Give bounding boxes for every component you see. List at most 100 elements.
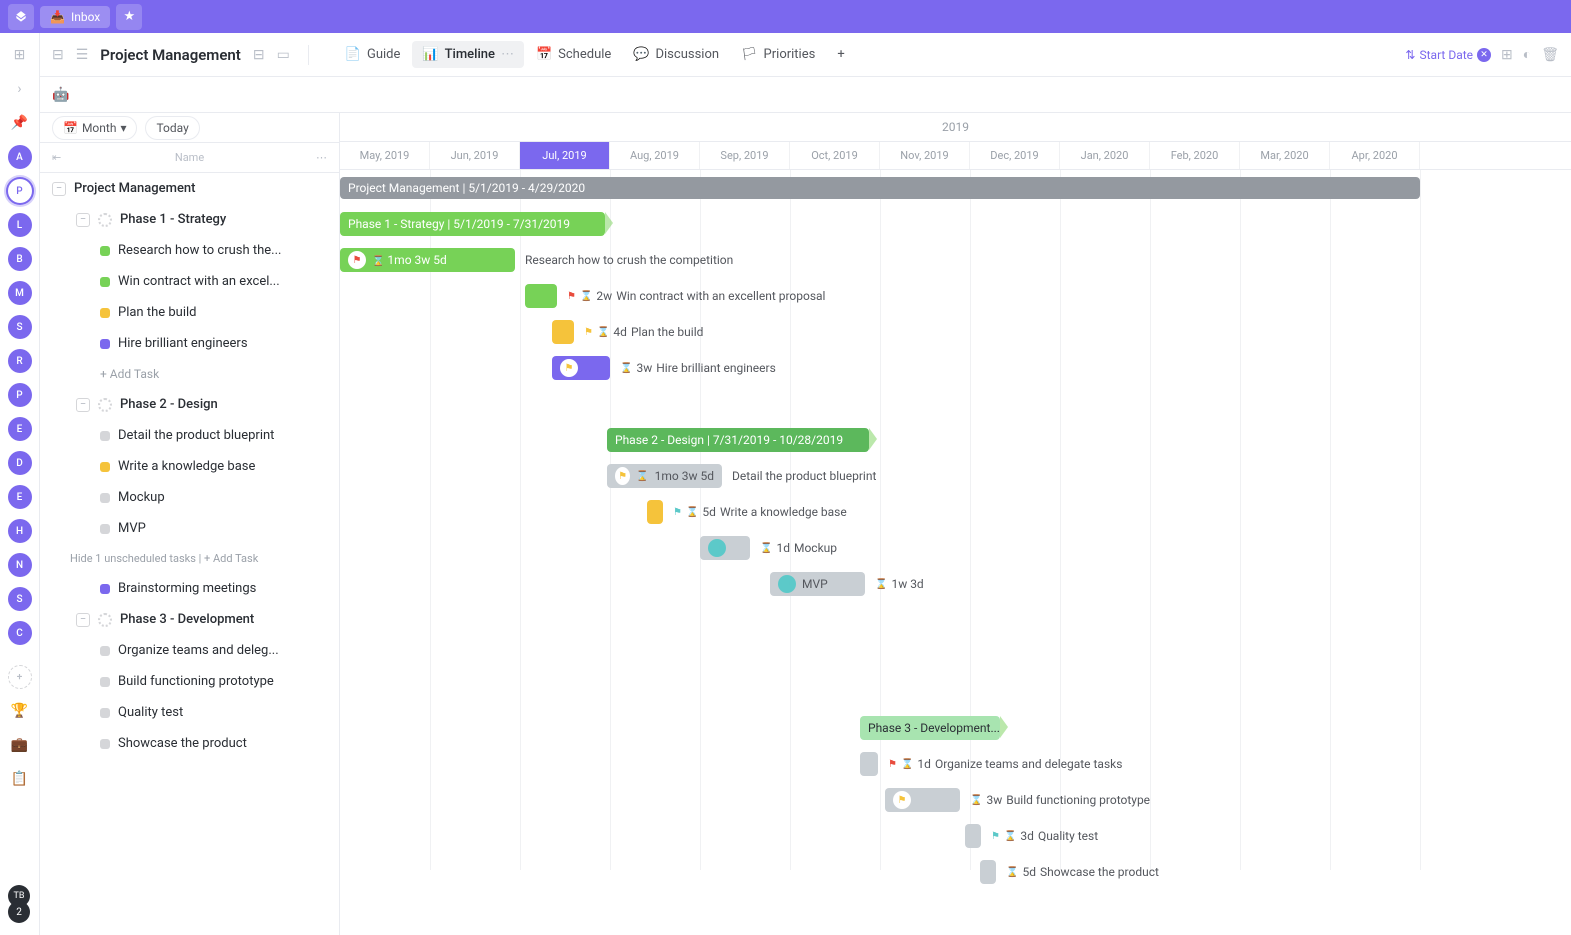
tree-phase1-task-1[interactable]: Win contract with an excel... <box>40 266 339 297</box>
bar-label: ⚑ ⌛ 4d Plan the build <box>584 325 703 339</box>
gantt-bar-18[interactable]: ⌛ 5d Showcase the product <box>980 860 996 884</box>
palette-icon[interactable]: ◐ <box>1523 46 1531 63</box>
tree-phase1-task-0[interactable]: Research how to crush the... <box>40 235 339 266</box>
avatar-m[interactable]: M <box>8 281 32 305</box>
tab-options-icon[interactable]: ⋯ <box>501 47 514 62</box>
today-button[interactable]: Today <box>145 116 199 140</box>
hide-unscheduled-phase2[interactable]: Hide 1 unscheduled tasks | + Add Task <box>40 544 339 573</box>
gantt-icon: 📊 <box>422 47 438 62</box>
avatar-s[interactable]: S <box>8 587 32 611</box>
column-options-icon[interactable]: ⋯ <box>316 151 327 164</box>
avatar-p[interactable]: P <box>8 383 32 407</box>
month-3[interactable]: Aug, 2019 <box>610 142 700 169</box>
tree-phase3-task-2[interactable]: Quality test <box>40 697 339 728</box>
inbox-button[interactable]: 📥 Inbox <box>40 6 110 28</box>
sort-control[interactable]: ⇅ Start Date ✕ <box>1405 48 1491 62</box>
month-6[interactable]: Nov, 2019 <box>880 142 970 169</box>
collapse-icon[interactable]: ⇤ <box>52 151 61 164</box>
favorite-button[interactable]: ★ <box>116 4 142 30</box>
book-icon[interactable]: ▭ <box>277 47 290 63</box>
month-4[interactable]: Sep, 2019 <box>700 142 790 169</box>
gantt-bar-7[interactable]: ⚑⌛1mo 3w 5dDetail the product blueprint <box>607 464 722 488</box>
trophy-icon[interactable]: 🏆 <box>8 699 32 723</box>
tree-phase1[interactable]: –Phase 1 - Strategy <box>40 204 339 235</box>
avatar-l[interactable]: L <box>8 213 32 237</box>
avatar-c[interactable]: C <box>8 621 32 645</box>
gantt-bar-9[interactable]: ⚑⌛ 1d Mockup <box>700 536 750 560</box>
gantt-bar-14[interactable]: Phase 3 - Development... <box>860 716 1000 740</box>
summary-bar[interactable]: Project Management | 5/1/2019 - 4/29/202… <box>340 177 1420 199</box>
hierarchy-icon[interactable]: ⊟ <box>253 47 265 63</box>
tab-discussion[interactable]: 💬Discussion <box>623 41 729 68</box>
avatar-e[interactable]: E <box>8 417 32 441</box>
gantt-bar-17[interactable]: ⚑ ⌛ 3d Quality test <box>965 824 981 848</box>
tree-phase1-task-3[interactable]: Hire brilliant engineers <box>40 328 339 359</box>
tab-guide[interactable]: 📄Guide <box>335 41 411 68</box>
tab-timeline[interactable]: 📊Timeline⋯ <box>412 41 524 68</box>
gantt-bar-4[interactable]: ⚑⌛ 3w Hire brilliant engineers <box>552 356 610 380</box>
clipboard-icon[interactable]: 📋 <box>8 767 32 791</box>
tree-phase3-task-0[interactable]: Organize teams and deleg... <box>40 635 339 666</box>
avatar-s[interactable]: S <box>8 315 32 339</box>
gantt-bar-10[interactable]: ⚑MVP⌛ 1w 3d <box>770 572 865 596</box>
pin-icon[interactable]: 📌 <box>8 111 32 135</box>
gantt-bar-0[interactable]: Phase 1 - Strategy | 5/1/2019 - 7/31/201… <box>340 212 605 236</box>
tree-phase3-task-3[interactable]: Showcase the product <box>40 728 339 759</box>
gantt-bar-16[interactable]: ⚑⌛ 3w Build functioning prototype <box>885 788 960 812</box>
app-logo[interactable] <box>8 4 34 30</box>
gantt-bar-8[interactable]: ⚑ ⌛ 5d Write a knowledge base <box>647 500 663 524</box>
avatar-p[interactable]: P <box>8 179 32 203</box>
gantt-chart[interactable]: 2019 May, 2019Jun, 2019Jul, 2019Aug, 201… <box>340 113 1571 935</box>
month-1[interactable]: Jun, 2019 <box>430 142 520 169</box>
month-8[interactable]: Jan, 2020 <box>1060 142 1150 169</box>
tree-phase2-task-3[interactable]: MVP <box>40 513 339 544</box>
gantt-bar-15[interactable]: ⚑ ⌛ 1d Organize teams and delegate tasks <box>860 752 878 776</box>
tab-schedule[interactable]: 📅Schedule <box>526 41 621 68</box>
add-member-button[interactable]: + <box>8 665 32 689</box>
menu-icon[interactable]: ⊟ <box>52 47 64 63</box>
add-task-phase1[interactable]: + Add Task <box>40 359 339 389</box>
gantt-bar-6[interactable]: Phase 2 - Design | 7/31/2019 - 10/28/201… <box>607 428 869 452</box>
month-2[interactable]: Jul, 2019 <box>520 142 610 169</box>
gantt-bar-2[interactable]: ⚑ ⌛ 2w Win contract with an excellent pr… <box>525 284 557 308</box>
month-7[interactable]: Dec, 2019 <box>970 142 1060 169</box>
avatar-d[interactable]: D <box>8 451 32 475</box>
tree-phase2-task-2[interactable]: Mockup <box>40 482 339 513</box>
tab-priorities[interactable]: 🏳Priorities <box>731 41 825 68</box>
tree-phase2[interactable]: –Phase 2 - Design <box>40 389 339 420</box>
avatar-n[interactable]: N <box>8 553 32 577</box>
month-5[interactable]: Oct, 2019 <box>790 142 880 169</box>
add-view-button[interactable]: + <box>827 41 854 68</box>
notification-badges[interactable]: TB 2 <box>8 885 30 923</box>
settings-icon[interactable]: ⊞ <box>1501 47 1513 63</box>
scale-selector[interactable]: 📅Month▾ <box>52 116 137 140</box>
tree-phase1-task-2[interactable]: Plan the build <box>40 297 339 328</box>
list-icon[interactable]: ☰ <box>76 47 89 63</box>
forward-icon[interactable]: › <box>8 77 32 101</box>
avatar-a[interactable]: A <box>8 145 32 169</box>
avatar-e[interactable]: E <box>8 485 32 509</box>
tree-root[interactable]: –Project Management <box>40 173 339 204</box>
month-9[interactable]: Feb, 2020 <box>1150 142 1240 169</box>
hourglass-icon: ⌛ <box>1006 867 1018 878</box>
grid-icon[interactable]: ⊞ <box>8 43 32 67</box>
trash-icon[interactable]: 🗑 <box>1541 47 1559 63</box>
avatar-h[interactable]: H <box>8 519 32 543</box>
tree-phase2-extra[interactable]: Brainstorming meetings <box>40 573 339 604</box>
month-0[interactable]: May, 2019 <box>340 142 430 169</box>
briefcase-icon[interactable]: 💼 <box>8 733 32 757</box>
tree-phase2-task-1[interactable]: Write a knowledge base <box>40 451 339 482</box>
tree-phase3-task-1[interactable]: Build functioning prototype <box>40 666 339 697</box>
tree-phase3[interactable]: –Phase 3 - Development <box>40 604 339 635</box>
clear-sort-icon[interactable]: ✕ <box>1477 48 1491 62</box>
bar-label: ⌛ 5d Showcase the product <box>1006 865 1159 879</box>
month-11[interactable]: Apr, 2020 <box>1330 142 1420 169</box>
month-10[interactable]: Mar, 2020 <box>1240 142 1330 169</box>
avatar-r[interactable]: R <box>8 349 32 373</box>
tree-phase2-task-0[interactable]: Detail the product blueprint <box>40 420 339 451</box>
robot-icon[interactable]: 🤖 <box>52 87 69 103</box>
bar-label: Research how to crush the competition <box>525 253 733 267</box>
avatar-b[interactable]: B <box>8 247 32 271</box>
gantt-bar-3[interactable]: ⚑ ⌛ 4d Plan the build <box>552 320 574 344</box>
gantt-bar-1[interactable]: ⚑⌛ 1mo 3w 5dResearch how to crush the co… <box>340 248 515 272</box>
